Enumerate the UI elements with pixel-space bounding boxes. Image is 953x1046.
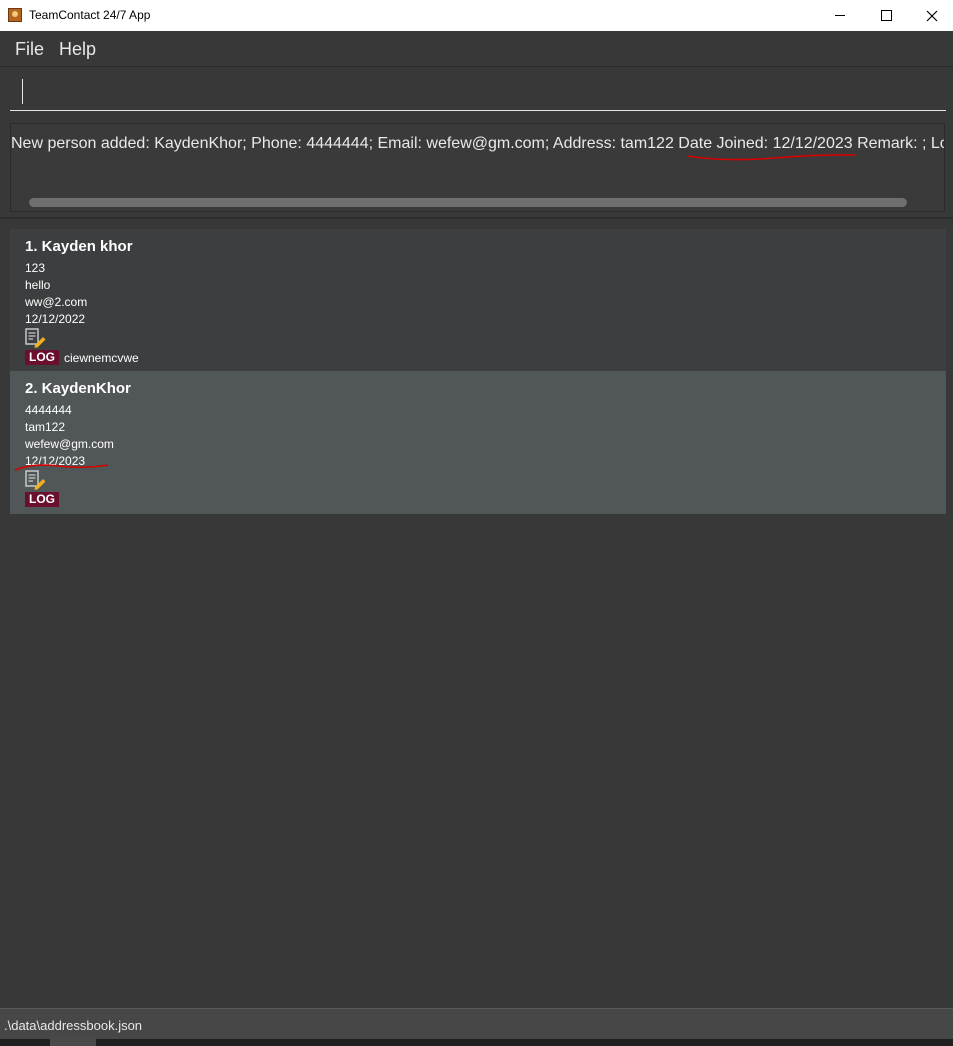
person-date-joined: 12/12/2023 bbox=[25, 454, 86, 468]
window-title: TeamContact 24/7 App bbox=[29, 8, 151, 22]
menu-bar: File Help bbox=[0, 31, 953, 67]
tag-log: LOG bbox=[25, 350, 59, 365]
minimize-button[interactable] bbox=[817, 0, 863, 31]
horizontal-scrollbar[interactable] bbox=[29, 198, 907, 207]
person-name: 1. Kayden khor bbox=[25, 238, 133, 255]
person-email: wefew@gm.com bbox=[25, 437, 114, 451]
minimize-icon bbox=[835, 15, 845, 16]
person-phone: 123 bbox=[25, 261, 46, 275]
person-address: hello bbox=[25, 278, 51, 292]
person-phone: 4444444 bbox=[25, 403, 72, 417]
person-address: tam122 bbox=[25, 420, 66, 434]
result-display: New person added: KaydenKhor; Phone: 444… bbox=[10, 123, 945, 212]
status-bar: .\data\addressbook.json bbox=[0, 1008, 953, 1040]
tag-log: LOG bbox=[25, 492, 59, 507]
close-button[interactable] bbox=[909, 0, 953, 31]
taskbar-strip bbox=[0, 1039, 953, 1046]
edit-note-icon bbox=[25, 328, 46, 348]
maximize-button[interactable] bbox=[863, 0, 909, 31]
panel-divider bbox=[0, 217, 953, 219]
close-icon bbox=[926, 10, 938, 21]
command-input[interactable] bbox=[10, 70, 946, 111]
window-title-bar: TeamContact 24/7 App bbox=[0, 0, 953, 31]
person-card-selected[interactable]: 2. KaydenKhor 4444444 tam122 wefew@gm.co… bbox=[10, 371, 946, 514]
menu-file[interactable]: File bbox=[15, 39, 44, 60]
person-name: 2. KaydenKhor bbox=[25, 380, 131, 397]
person-remark: ciewnemcvwe bbox=[64, 351, 139, 365]
menu-help[interactable]: Help bbox=[59, 39, 96, 60]
data-file-path: .\data\addressbook.json bbox=[4, 1018, 143, 1033]
text-caret bbox=[22, 79, 23, 104]
person-card[interactable]: 1. Kayden khor 123 hello ww@2.com 12/12/… bbox=[10, 229, 946, 371]
result-text: New person added: KaydenKhor; Phone: 444… bbox=[11, 135, 945, 152]
person-email: ww@2.com bbox=[25, 295, 88, 309]
app-icon bbox=[8, 8, 22, 22]
maximize-icon bbox=[880, 10, 892, 21]
edit-note-icon bbox=[25, 470, 46, 490]
person-date-joined: 12/12/2022 bbox=[25, 312, 86, 326]
